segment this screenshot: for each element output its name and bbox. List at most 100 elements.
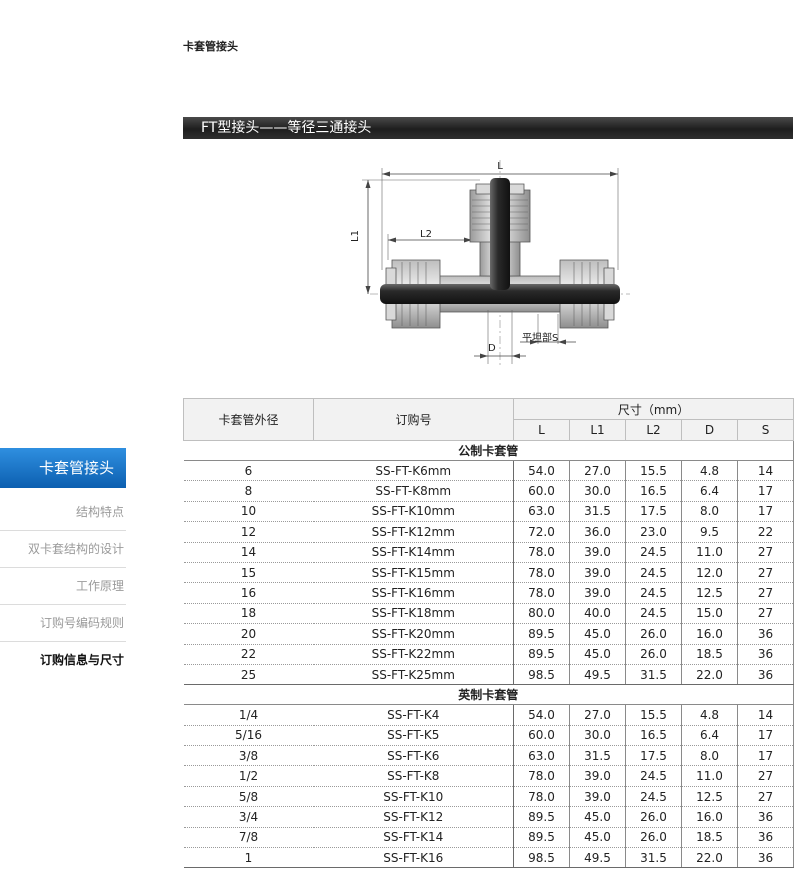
table-row: 25 SS-FT-K25mm 98.5 49.5 31.5 22.0 36	[183, 664, 795, 686]
table-cell: 25	[183, 664, 314, 686]
sidebar-item-design[interactable]: 双卡套结构的设计	[0, 531, 126, 568]
table-cell: 11.0	[681, 542, 738, 563]
group-header-row: 公制卡套管	[183, 440, 795, 461]
table-cell: 27	[736, 542, 795, 563]
col-header-D: D	[681, 419, 738, 441]
table-cell: 60.0	[513, 725, 570, 747]
table-cell: SS-FT-K14mm	[313, 542, 514, 563]
table-cell: 63.0	[513, 745, 570, 767]
table-cell: 14	[736, 460, 795, 482]
table-cell: 3/4	[183, 806, 314, 828]
dimension-L1-label: L1	[350, 230, 361, 242]
table-cell: 22	[183, 644, 314, 665]
table-cell: SS-FT-K10mm	[313, 501, 514, 523]
table-cell: 98.5	[513, 664, 570, 686]
table-cell: 27.0	[569, 704, 626, 726]
table-cell: 15.5	[625, 460, 682, 482]
table-cell: SS-FT-K10	[313, 786, 514, 808]
table-row: 3/4 SS-FT-K12 89.5 45.0 26.0 16.0 36	[183, 806, 795, 828]
table-cell: 36	[736, 623, 795, 645]
table-cell: 60.0	[513, 480, 570, 502]
table-cell: 78.0	[513, 562, 570, 584]
table-row: 6 SS-FT-K6mm 54.0 27.0 15.5 4.8 14	[183, 460, 795, 482]
table-row: 22 SS-FT-K22mm 89.5 45.0 26.0 18.5 36	[183, 644, 795, 665]
sidebar-item-features[interactable]: 结构特点	[0, 494, 126, 531]
sidebar-item-fittings[interactable]: 卡套管接头	[0, 448, 126, 488]
col-header-L2: L2	[625, 419, 682, 441]
dimension-S-label: 平坦部S	[522, 331, 558, 344]
sidebar-item-order-info[interactable]: 订购信息与尺寸	[0, 642, 126, 679]
table-cell: SS-FT-K8mm	[313, 480, 514, 502]
table-cell: 36	[736, 847, 795, 869]
table-cell: 78.0	[513, 582, 570, 604]
table-row: 10 SS-FT-K10mm 63.0 31.5 17.5 8.0 17	[183, 501, 795, 523]
table-cell: 22.0	[681, 664, 738, 686]
section-title: FT型接头——等径三通接头	[183, 117, 793, 139]
table-row: 20 SS-FT-K20mm 89.5 45.0 26.0 16.0 36	[183, 623, 795, 645]
table-cell: 20	[183, 623, 314, 645]
table-cell: SS-FT-K22mm	[313, 644, 514, 665]
dimension-table: 卡套管外径 订购号 尺寸（mm） L L1 L2 D S 公制卡套管 6 SS-FT…	[183, 398, 795, 869]
table-cell: SS-FT-K14	[313, 827, 514, 849]
table-cell: SS-FT-K6	[313, 745, 514, 767]
table-cell: 16	[183, 582, 314, 604]
table-cell: 31.5	[625, 664, 682, 686]
dimension-D-label: D	[488, 343, 496, 354]
table-cell: 26.0	[625, 827, 682, 849]
sidebar-item-principle[interactable]: 工作原理	[0, 568, 126, 605]
table-row: 5/16 SS-FT-K5 60.0 30.0 16.5 6.4 17	[183, 725, 795, 747]
table-cell: 4.8	[681, 704, 738, 726]
table-cell: 9.5	[681, 521, 738, 543]
table-cell: 78.0	[513, 542, 570, 563]
table-cell: 23.0	[625, 521, 682, 543]
table-cell: 16.5	[625, 480, 682, 502]
table-cell: 17	[736, 480, 795, 502]
table-cell: SS-FT-K25mm	[313, 664, 514, 686]
table-cell: 16.0	[681, 623, 738, 645]
table-cell: 24.5	[625, 562, 682, 584]
table-cell: SS-FT-K16mm	[313, 582, 514, 604]
table-cell: 24.5	[625, 765, 682, 787]
table-row: 14 SS-FT-K14mm 78.0 39.0 24.5 11.0 27	[183, 542, 795, 563]
table-cell: 12.0	[681, 562, 738, 584]
table-cell: 39.0	[569, 542, 626, 563]
table-cell: 17	[736, 501, 795, 523]
table-cell: 12.5	[681, 786, 738, 808]
table-cell: 39.0	[569, 786, 626, 808]
table-cell: 18	[183, 603, 314, 625]
table-cell: 8.0	[681, 501, 738, 523]
sidebar-item-coding-rules[interactable]: 订购号编码规则	[0, 605, 126, 642]
table-cell: 8	[183, 480, 314, 502]
table-row: 8 SS-FT-K8mm 60.0 30.0 16.5 6.4 17	[183, 480, 795, 502]
table-cell: 16.0	[681, 806, 738, 828]
table-cell: 15	[183, 562, 314, 584]
table-cell: 89.5	[513, 623, 570, 645]
table-cell: 10	[183, 501, 314, 523]
table-cell: 54.0	[513, 460, 570, 482]
table-cell: SS-FT-K6mm	[313, 460, 514, 482]
table-cell: 39.0	[569, 582, 626, 604]
table-cell: 27	[736, 603, 795, 625]
table-cell: SS-FT-K20mm	[313, 623, 514, 645]
table-cell: SS-FT-K5	[313, 725, 514, 747]
table-cell: 18.5	[681, 827, 738, 849]
group-header-row: 英制卡套管	[183, 684, 795, 706]
table-cell: 15.0	[681, 603, 738, 625]
table-cell: 12.5	[681, 582, 738, 604]
table-cell: 30.0	[569, 480, 626, 502]
table-cell: SS-FT-K12mm	[313, 521, 514, 543]
table-cell: 63.0	[513, 501, 570, 523]
table-cell: 30.0	[569, 725, 626, 747]
table-cell: 22	[736, 521, 795, 543]
table-cell: 15.5	[625, 704, 682, 726]
table-cell: 26.0	[625, 623, 682, 645]
table-cell: 78.0	[513, 765, 570, 787]
table-cell: 31.5	[569, 501, 626, 523]
table-cell: 36	[736, 664, 795, 686]
table-row: 12 SS-FT-K12mm 72.0 36.0 23.0 9.5 22	[183, 521, 795, 543]
table-cell: 36	[736, 644, 795, 665]
table-row: 1/2 SS-FT-K8 78.0 39.0 24.5 11.0 27	[183, 765, 795, 787]
table-cell: 80.0	[513, 603, 570, 625]
table-cell: SS-FT-K15mm	[313, 562, 514, 584]
table-cell: 17.5	[625, 745, 682, 767]
